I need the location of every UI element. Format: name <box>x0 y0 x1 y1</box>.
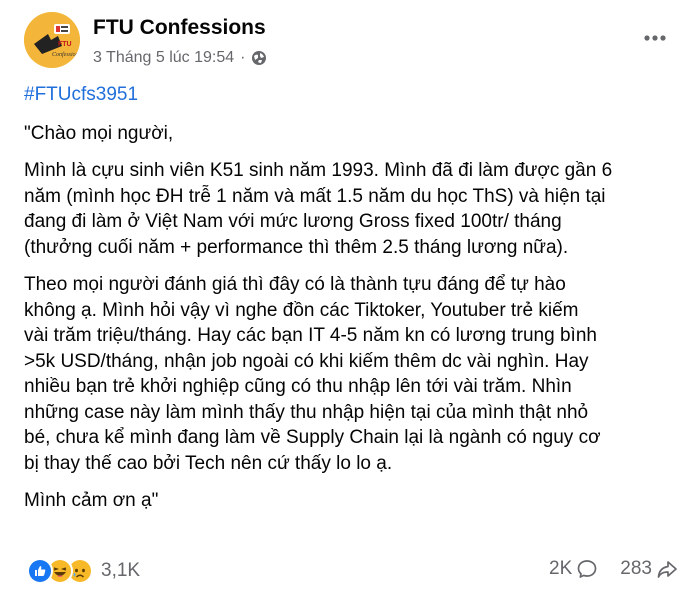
page-name-link[interactable]: FTU Confessions <box>93 16 266 40</box>
post-paragraph: Theo mọi người đánh giá thì đây có là th… <box>24 274 601 474</box>
post-content: #FTUcfs3951 "Chào mọi người, Mình là cựu… <box>24 82 674 526</box>
engagement-stats: 2K 283 <box>549 558 678 580</box>
svg-text:FTU: FTU <box>58 41 72 48</box>
post-paragraph: Mình là cựu sinh viên K51 sinh năm 1993.… <box>24 160 613 258</box>
post-timestamp[interactable]: 3 Tháng 5 lúc 19:54 <box>93 49 234 67</box>
globe-icon[interactable] <box>251 50 267 66</box>
hashtag-link[interactable]: #FTUcfs3951 <box>24 82 674 108</box>
share-count: 283 <box>620 558 652 579</box>
ftu-confessions-logo: FTU Confessions <box>24 12 80 68</box>
post-paragraph: "Chào mọi người, <box>24 122 174 144</box>
more-options-button[interactable] <box>640 22 670 52</box>
comments-count-button[interactable]: 2K <box>549 558 598 580</box>
reactions-summary[interactable]: 3,1K <box>27 558 140 584</box>
shares-count-button[interactable]: 283 <box>620 558 678 580</box>
page-avatar[interactable]: FTU Confessions <box>24 12 80 68</box>
post-paragraph: Mình cảm ơn ạ" <box>24 490 159 511</box>
reaction-count: 3,1K <box>101 560 141 581</box>
comment-count: 2K <box>549 558 573 579</box>
facebook-post: FTU Confessions FTU Confessions 3 Tháng … <box>0 0 700 594</box>
post-meta: 3 Tháng 5 lúc 19:54 · <box>93 49 267 67</box>
meta-separator: · <box>240 49 246 66</box>
more-horizontal-icon <box>644 35 666 41</box>
like-icon <box>27 558 53 584</box>
svg-text:Confessions: Confessions <box>52 51 80 58</box>
comment-icon <box>577 560 597 578</box>
share-icon <box>657 561 677 578</box>
